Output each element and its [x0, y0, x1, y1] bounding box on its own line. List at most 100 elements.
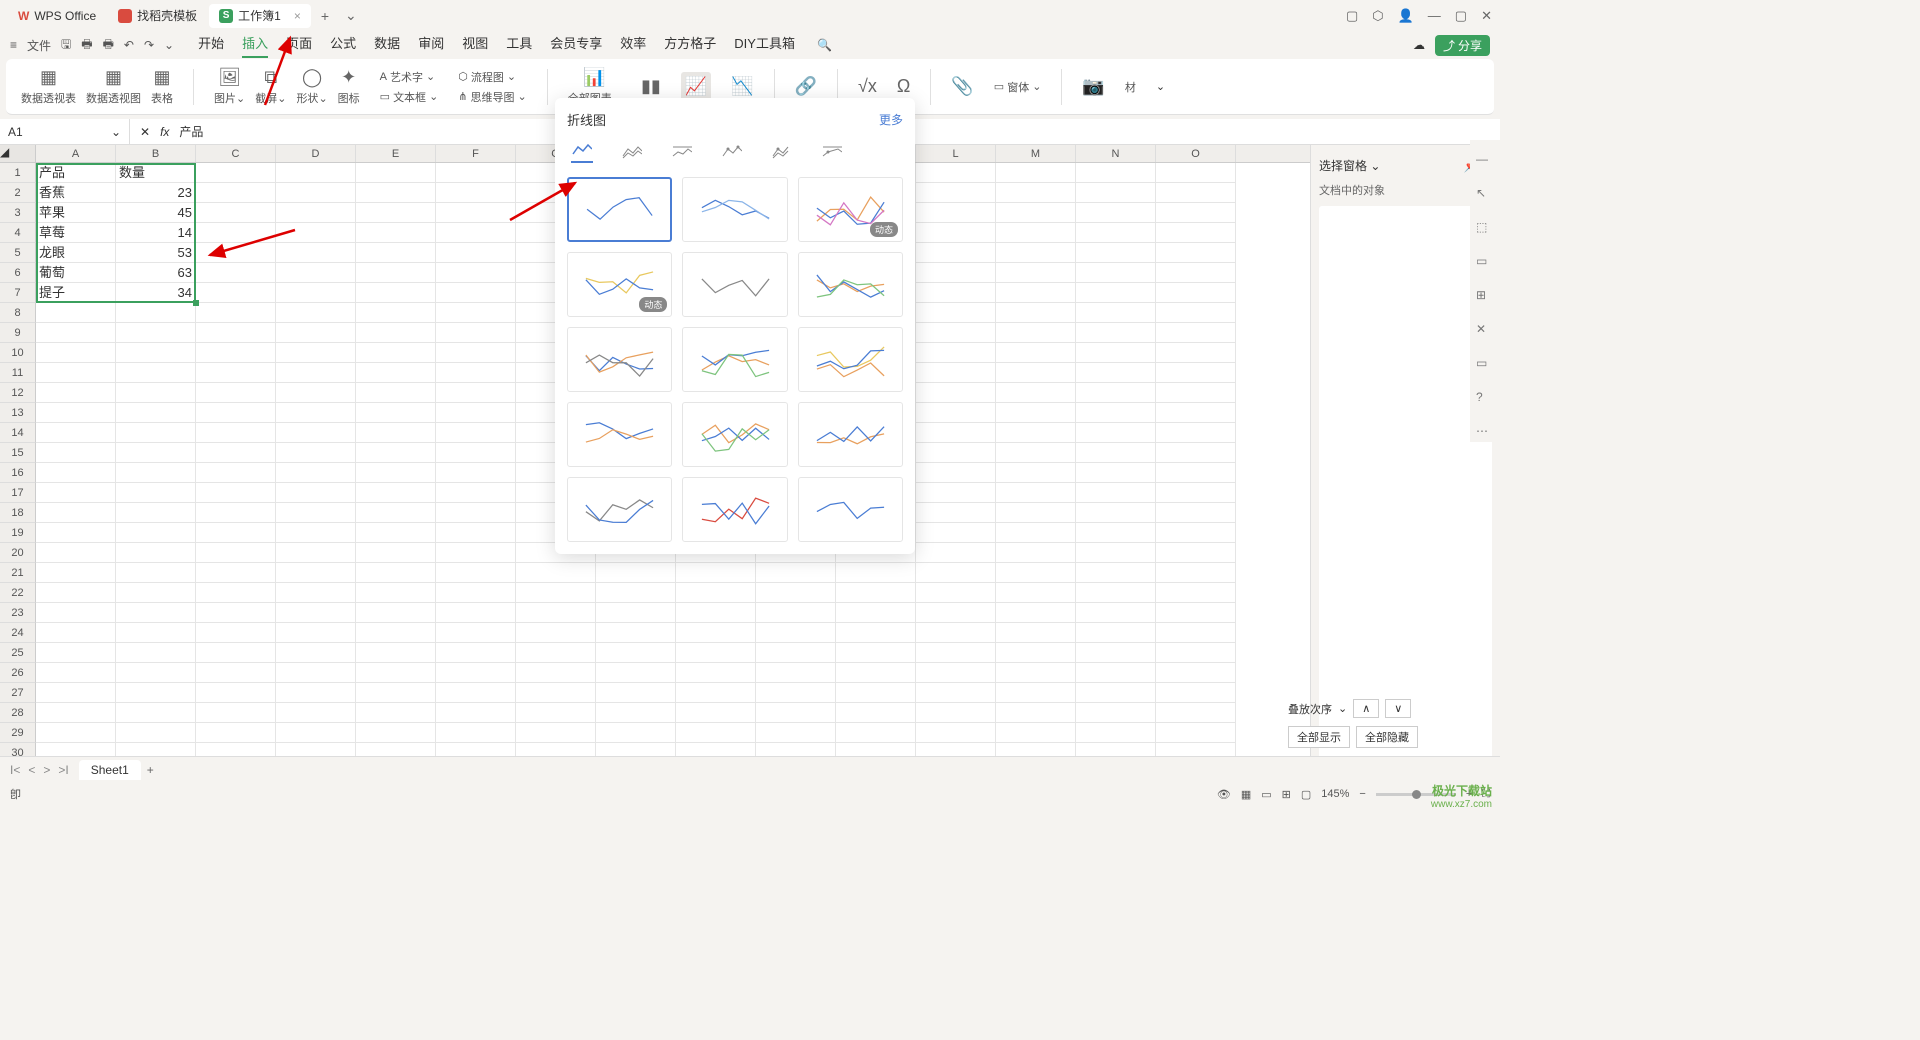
cell[interactable] — [436, 403, 516, 423]
cell[interactable] — [436, 463, 516, 483]
cell[interactable] — [756, 723, 836, 743]
cell[interactable] — [1156, 243, 1236, 263]
cell[interactable] — [356, 383, 436, 403]
row-header[interactable]: 10 — [0, 343, 36, 363]
column-header[interactable]: N — [1076, 145, 1156, 162]
row-header[interactable]: 30 — [0, 743, 36, 757]
cell[interactable]: 14 — [116, 223, 196, 243]
column-header[interactable]: B — [116, 145, 196, 162]
symbol-button[interactable]: Ω — [897, 76, 910, 97]
cell[interactable] — [996, 403, 1076, 423]
cell[interactable] — [676, 623, 756, 643]
cell[interactable] — [436, 503, 516, 523]
help-tool-icon[interactable]: ? — [1476, 390, 1494, 408]
menu-tab-3[interactable]: 公式 — [330, 33, 356, 58]
cell[interactable] — [996, 723, 1076, 743]
form-button[interactable]: ▭窗体⌄ — [994, 79, 1042, 95]
chart-type-markers-line[interactable] — [721, 141, 743, 163]
column-header[interactable]: L — [916, 145, 996, 162]
row-header[interactable]: 14 — [0, 423, 36, 443]
cell[interactable] — [196, 403, 276, 423]
row-header[interactable]: 15 — [0, 443, 36, 463]
search-icon[interactable]: 🔍 — [817, 38, 832, 52]
cell[interactable] — [1076, 643, 1156, 663]
cell[interactable] — [596, 623, 676, 643]
cell[interactable] — [436, 543, 516, 563]
equation-button[interactable]: √x — [858, 76, 877, 97]
chart-template-13[interactable] — [682, 477, 787, 542]
cell[interactable] — [116, 303, 196, 323]
cell[interactable] — [36, 543, 116, 563]
cell[interactable] — [916, 223, 996, 243]
cell[interactable] — [276, 483, 356, 503]
chart-template-1[interactable] — [682, 177, 787, 242]
cell[interactable] — [356, 523, 436, 543]
cell[interactable] — [916, 703, 996, 723]
share-button[interactable]: ⤴分享 — [1435, 35, 1490, 56]
cell[interactable] — [436, 383, 516, 403]
cell[interactable] — [1156, 603, 1236, 623]
close-tab-icon[interactable]: × — [294, 9, 301, 23]
cell[interactable] — [916, 243, 996, 263]
cell[interactable] — [1156, 463, 1236, 483]
cell[interactable] — [836, 683, 916, 703]
cell[interactable] — [1076, 523, 1156, 543]
cell[interactable] — [996, 523, 1076, 543]
column-header[interactable]: M — [996, 145, 1076, 162]
backup-tool-icon[interactable]: ▭ — [1476, 356, 1494, 374]
cell[interactable] — [916, 583, 996, 603]
cell[interactable]: 龙眼 — [36, 243, 116, 263]
cell[interactable] — [1156, 423, 1236, 443]
select-tool-icon[interactable]: ↖ — [1476, 186, 1494, 204]
row-header[interactable]: 29 — [0, 723, 36, 743]
cell[interactable] — [436, 723, 516, 743]
name-box[interactable]: A1⌄ — [0, 119, 130, 144]
cell[interactable] — [276, 663, 356, 683]
cell[interactable] — [996, 703, 1076, 723]
cell[interactable] — [916, 263, 996, 283]
cell[interactable] — [916, 523, 996, 543]
link-button[interactable]: 🔗 — [795, 76, 817, 97]
cell[interactable] — [116, 683, 196, 703]
cell[interactable] — [916, 643, 996, 663]
line-chart-button[interactable]: 📈 — [681, 72, 711, 101]
cell[interactable] — [996, 263, 1076, 283]
cell[interactable] — [1156, 683, 1236, 703]
cell[interactable] — [916, 303, 996, 323]
cell[interactable] — [356, 263, 436, 283]
cell[interactable] — [196, 443, 276, 463]
cell[interactable] — [436, 263, 516, 283]
cell[interactable] — [596, 563, 676, 583]
cell[interactable] — [596, 643, 676, 663]
chevron-down-icon[interactable]: ⌄ — [111, 125, 121, 139]
cell[interactable] — [1076, 563, 1156, 583]
cell[interactable] — [916, 483, 996, 503]
chart-type-100-stacked[interactable] — [821, 141, 843, 163]
cell[interactable] — [196, 303, 276, 323]
row-header[interactable]: 23 — [0, 603, 36, 623]
cell[interactable]: 34 — [116, 283, 196, 303]
cell[interactable] — [516, 743, 596, 757]
cell[interactable] — [116, 643, 196, 663]
cell[interactable] — [196, 183, 276, 203]
cell[interactable] — [516, 603, 596, 623]
textbox-button[interactable]: ▭文本框⌄ — [380, 89, 439, 105]
cell[interactable] — [996, 503, 1076, 523]
chart-template-11[interactable] — [798, 402, 903, 467]
chart-template-3[interactable]: 动态 — [567, 252, 672, 317]
cell[interactable] — [36, 323, 116, 343]
row-header[interactable]: 24 — [0, 623, 36, 643]
cell[interactable] — [996, 643, 1076, 663]
close-button[interactable]: ✕ — [1481, 8, 1492, 24]
cell[interactable] — [1156, 283, 1236, 303]
row-header[interactable]: 6 — [0, 263, 36, 283]
cell[interactable] — [276, 403, 356, 423]
cell[interactable] — [996, 743, 1076, 757]
cell[interactable] — [276, 323, 356, 343]
cell[interactable] — [276, 743, 356, 757]
cell[interactable] — [116, 623, 196, 643]
cell[interactable] — [276, 343, 356, 363]
cell[interactable] — [916, 663, 996, 683]
cell[interactable] — [676, 683, 756, 703]
cell[interactable] — [436, 423, 516, 443]
